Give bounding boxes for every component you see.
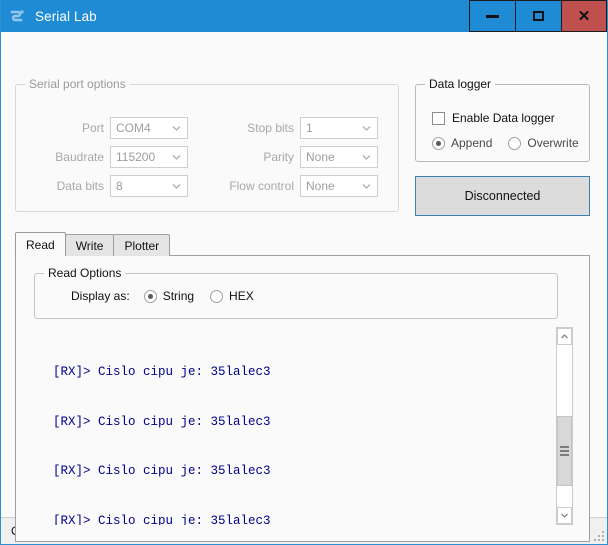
serial-port-options-title: Serial port options (25, 77, 130, 91)
scrollbar-grip-icon (560, 446, 569, 457)
radio-append-icon[interactable] (432, 136, 445, 150)
radio-hex-icon[interactable] (210, 289, 224, 303)
title-bar-left: Serial Lab (1, 0, 469, 32)
terminal-scrollbar[interactable] (556, 327, 573, 525)
logger-mode-radio-group: Append Overwrite (432, 136, 595, 150)
display-as-label: Display as: (71, 289, 130, 303)
parity-value: None (306, 150, 335, 164)
serial-port-options-group: Serial port options Port COM4 Baudrate 1… (15, 77, 399, 212)
tab-write[interactable]: Write (64, 234, 115, 256)
data-logger-group: Data logger Enable Data logger Append Ov… (415, 77, 590, 162)
scrollbar-thumb[interactable] (557, 416, 572, 486)
enable-data-logger-checkbox[interactable]: Enable Data logger (432, 111, 555, 125)
display-as-row: Display as: String HEX (71, 289, 270, 303)
stop-bits-label: Stop bits (247, 121, 294, 135)
serial-logo-icon (9, 8, 26, 25)
chevron-down-icon (362, 153, 371, 162)
maximize-button[interactable] (515, 0, 561, 32)
connect-toggle-label: Disconnected (464, 189, 541, 203)
window-controls: ✕ (469, 0, 607, 32)
checkbox-icon (432, 111, 445, 125)
close-icon: ✕ (577, 7, 591, 25)
connect-toggle-button[interactable]: Disconnected (415, 176, 590, 216)
terminal-line: [RX]> Cislo cipu je: 35lalec3 (53, 464, 271, 478)
scroll-up-icon (560, 328, 569, 346)
scroll-down-button[interactable] (557, 507, 572, 524)
tab-panel-read: Read Options Display as: String HEX [RX]… (15, 255, 590, 542)
chevron-down-icon (172, 153, 181, 162)
scroll-down-icon (560, 507, 569, 525)
data-bits-label: Data bits (56, 179, 104, 193)
tab-write-label: Write (75, 238, 104, 253)
enable-data-logger-label: Enable Data logger (452, 111, 555, 125)
baudrate-value: 115200 (116, 150, 156, 164)
client-area: Serial port options Port COM4 Baudrate 1… (1, 32, 607, 542)
radio-overwrite-icon[interactable] (508, 136, 522, 150)
stop-bits-combobox[interactable]: 1 (300, 117, 378, 139)
read-options-group: Read Options Display as: String HEX (34, 266, 558, 319)
parity-combobox[interactable]: None (300, 146, 378, 168)
tab-plotter-label: Plotter (124, 238, 160, 253)
read-options-title: Read Options (44, 266, 126, 280)
tab-plotter[interactable]: Plotter (113, 234, 171, 256)
tab-strip: Read Write Plotter (15, 232, 590, 256)
port-combobox[interactable]: COM4 (110, 117, 188, 139)
chevron-down-icon (172, 124, 181, 133)
tab-read-label: Read (26, 237, 55, 252)
minimize-button[interactable] (469, 0, 515, 32)
terminal-line: [RX]> Cislo cipu je: 35lalec3 (53, 414, 271, 429)
scrollbar-track[interactable] (557, 345, 572, 507)
stop-bits-value: 1 (306, 121, 313, 135)
terminal-line: [RX]> Cislo cipu je: 35lalec3 (53, 365, 271, 379)
minimize-icon (486, 14, 499, 18)
scroll-up-button[interactable] (557, 328, 572, 345)
tab-read[interactable]: Read (15, 232, 66, 256)
terminal-output[interactable]: [RX]> Cislo cipu je: 35lalec3 [RX]> Cisl… (35, 327, 556, 525)
terminal-container: [RX]> Cislo cipu je: 35lalec3 [RX]> Cisl… (34, 326, 574, 526)
port-label: Port (81, 121, 104, 135)
parity-label: Parity (263, 150, 294, 164)
data-logger-title: Data logger (425, 77, 496, 91)
data-bits-value: 8 (116, 179, 123, 193)
append-label[interactable]: Append (451, 136, 492, 150)
port-value: COM4 (116, 121, 151, 135)
chevron-down-icon (362, 124, 371, 133)
terminal-line: [RX]> Cislo cipu je: 35lalec3 (53, 513, 271, 526)
chevron-down-icon (172, 182, 181, 191)
window-title: Serial Lab (35, 8, 97, 24)
baudrate-label: Baudrate (55, 150, 104, 164)
string-label[interactable]: String (163, 289, 194, 303)
hex-label[interactable]: HEX (229, 289, 254, 303)
flow-control-value: None (306, 179, 335, 193)
maximize-icon (533, 11, 544, 21)
data-bits-combobox[interactable]: 8 (110, 175, 188, 197)
app-window: Serial Lab ✕ Serial port options Port CO… (0, 0, 608, 545)
flow-control-combobox[interactable]: None (300, 175, 378, 197)
flow-control-label: Flow control (229, 179, 294, 193)
chevron-down-icon (362, 182, 371, 191)
close-button[interactable]: ✕ (561, 0, 607, 32)
title-bar[interactable]: Serial Lab ✕ (1, 0, 607, 32)
radio-string-icon[interactable] (143, 289, 157, 303)
resize-grip-icon[interactable] (593, 530, 604, 541)
baudrate-combobox[interactable]: 115200 (110, 146, 188, 168)
overwrite-label[interactable]: Overwrite (527, 136, 578, 150)
